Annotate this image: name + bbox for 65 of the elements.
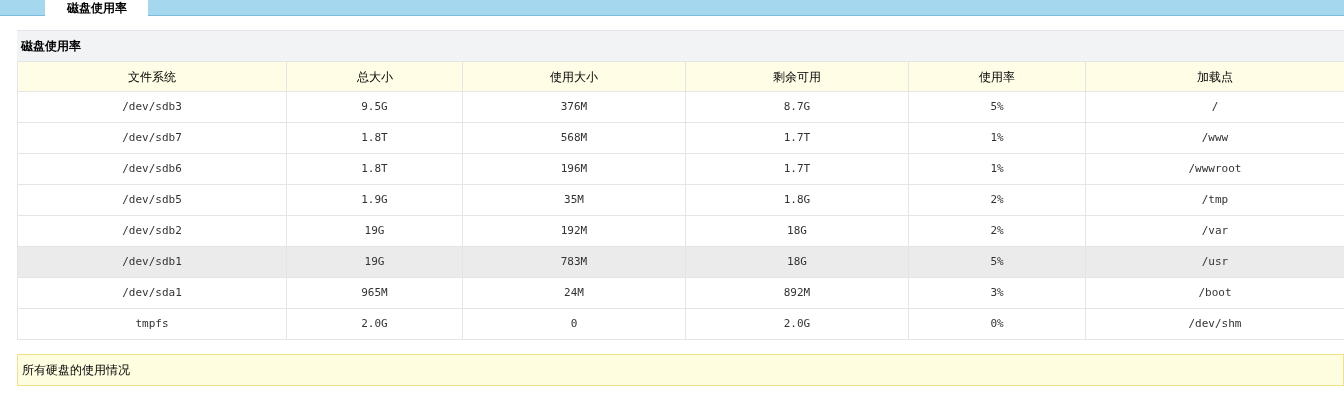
table-cell: /dev/sdb7	[17, 123, 286, 153]
column-header: 使用率	[908, 62, 1085, 91]
table-cell: 892M	[685, 278, 908, 308]
table-cell: 1%	[908, 154, 1085, 184]
table-cell: 0	[462, 309, 685, 339]
panel-title: 磁盘使用率	[17, 30, 1344, 61]
table-row[interactable]: /dev/sdb6 1.8T 196M 1.7T 1% /wwwroot	[17, 154, 1344, 185]
note-bar: 所有硬盘的使用情况	[17, 354, 1344, 386]
table-cell: 35M	[462, 185, 685, 215]
table-cell: 2%	[908, 185, 1085, 215]
table-cell: 1.9G	[286, 185, 462, 215]
table-row[interactable]: /dev/sda1 965M 24M 892M 3% /boot	[17, 278, 1344, 309]
table-cell: 1%	[908, 123, 1085, 153]
table-cell: /usr	[1085, 247, 1344, 277]
column-header: 总大小	[286, 62, 462, 91]
table-cell: 3%	[908, 278, 1085, 308]
table-cell: /dev/sda1	[17, 278, 286, 308]
table-cell: 2%	[908, 216, 1085, 246]
table-cell: /dev/sdb5	[17, 185, 286, 215]
table-cell: 2.0G	[286, 309, 462, 339]
table-cell: 376M	[462, 92, 685, 122]
table-row[interactable]: tmpfs 2.0G 0 2.0G 0% /dev/shm	[17, 309, 1344, 340]
table-cell: 5%	[908, 247, 1085, 277]
table-cell: 19G	[286, 247, 462, 277]
table-cell: /tmp	[1085, 185, 1344, 215]
table-cell: /wwwroot	[1085, 154, 1344, 184]
column-header: 使用大小	[462, 62, 685, 91]
table-cell: /dev/sdb1	[17, 247, 286, 277]
table-cell: 1.7T	[685, 154, 908, 184]
column-header: 文件系统	[17, 62, 286, 91]
column-header: 加载点	[1085, 62, 1344, 91]
column-header: 剩余可用	[685, 62, 908, 91]
table-cell: /dev/sdb2	[17, 216, 286, 246]
table-cell: 783M	[462, 247, 685, 277]
table-row[interactable]: /dev/sdb1 19G 783M 18G 5% /usr	[17, 247, 1344, 278]
table-row[interactable]: /dev/sdb5 1.9G 35M 1.8G 2% /tmp	[17, 185, 1344, 216]
table-cell: /	[1085, 92, 1344, 122]
table-cell: 192M	[462, 216, 685, 246]
table-cell: 1.8T	[286, 154, 462, 184]
table-cell: 0%	[908, 309, 1085, 339]
tab[interactable]: 磁盘使用率	[45, 0, 148, 16]
table-cell: /dev/sdb6	[17, 154, 286, 184]
table-cell: 8.7G	[685, 92, 908, 122]
table-row[interactable]: /dev/sdb2 19G 192M 18G 2% /var	[17, 216, 1344, 247]
table-cell: /dev/shm	[1085, 309, 1344, 339]
table-row[interactable]: /dev/sdb7 1.8T 568M 1.7T 1% /www	[17, 123, 1344, 154]
table-cell: 24M	[462, 278, 685, 308]
table-cell: 965M	[286, 278, 462, 308]
table-cell: 196M	[462, 154, 685, 184]
table-row[interactable]: /dev/sdb3 9.5G 376M 8.7G 5% /	[17, 92, 1344, 123]
table-cell: 18G	[685, 247, 908, 277]
table-cell: /www	[1085, 123, 1344, 153]
table-cell: 19G	[286, 216, 462, 246]
table-cell: 1.7T	[685, 123, 908, 153]
table-cell: 5%	[908, 92, 1085, 122]
table-cell: /dev/sdb3	[17, 92, 286, 122]
table-cell: 18G	[685, 216, 908, 246]
table-cell: tmpfs	[17, 309, 286, 339]
table-cell: /boot	[1085, 278, 1344, 308]
table-cell: 9.5G	[286, 92, 462, 122]
table-cell: /var	[1085, 216, 1344, 246]
table-cell: 2.0G	[685, 309, 908, 339]
table-cell: 1.8T	[286, 123, 462, 153]
table-cell: 568M	[462, 123, 685, 153]
table-cell: 1.8G	[685, 185, 908, 215]
